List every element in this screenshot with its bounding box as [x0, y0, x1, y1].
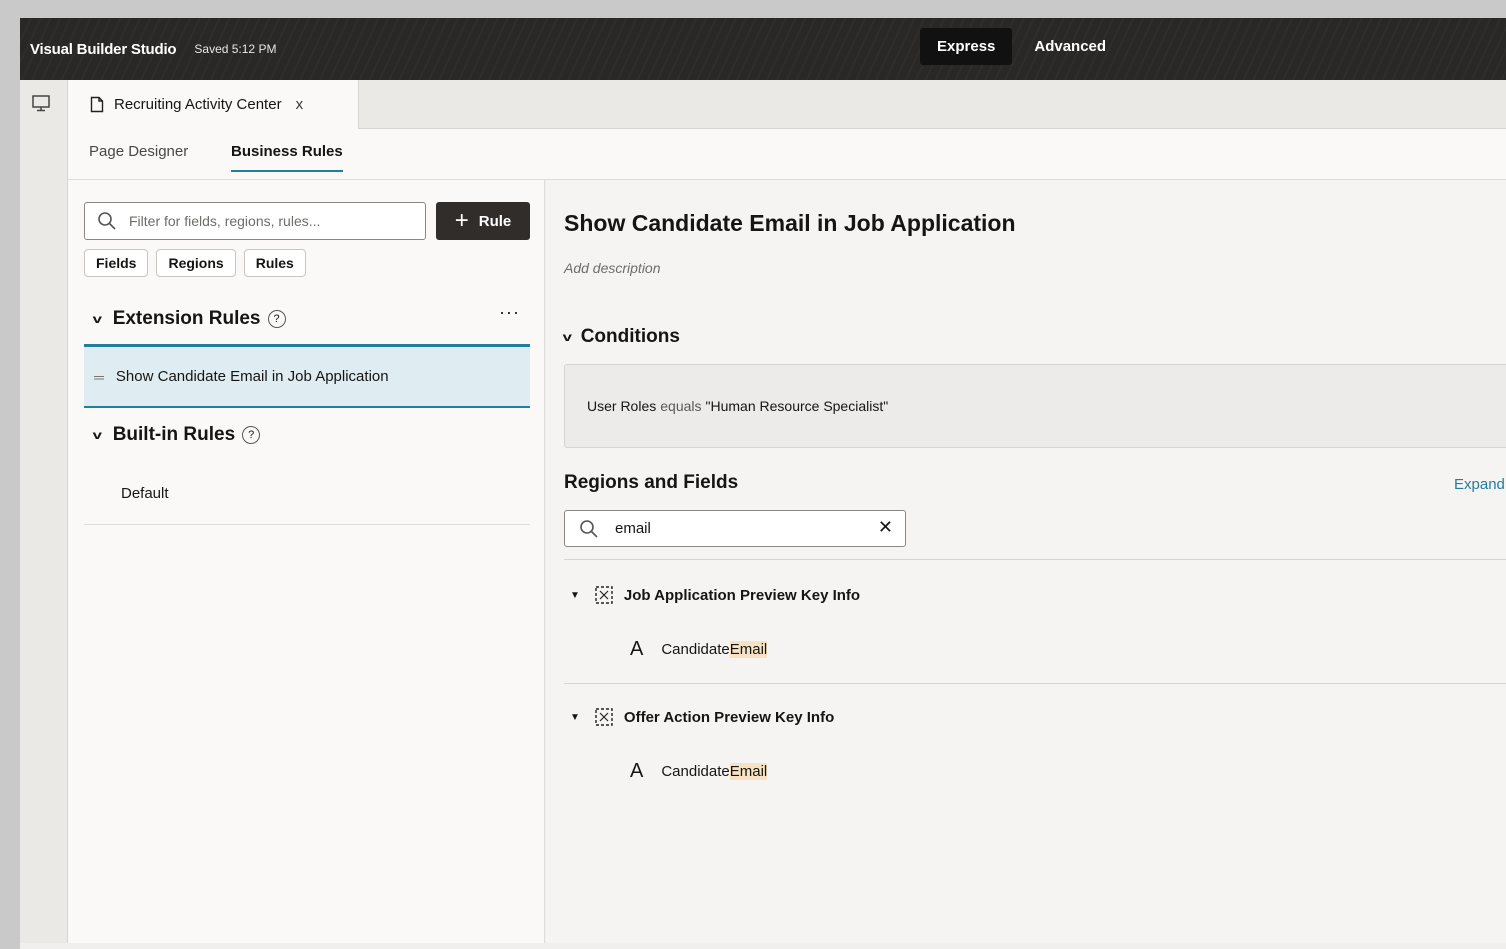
rule-name: Show Candidate Email in Job Application: [115, 368, 389, 385]
field-row[interactable]: A Candidate Email: [630, 638, 768, 661]
text-field-icon: A: [630, 760, 644, 782]
search-icon: [580, 519, 598, 538]
divider: [564, 559, 1506, 560]
search-match-highlight: Email: [729, 641, 768, 658]
chevron-down-icon: v: [562, 330, 573, 344]
condition-value: "Human Resource Specialist": [705, 398, 889, 414]
region-icon: [595, 708, 613, 726]
search-match-highlight: Email: [729, 763, 768, 780]
extension-rules-header[interactable]: v Extension Rules ? ···: [84, 302, 530, 330]
help-icon[interactable]: ?: [242, 426, 261, 444]
field-search-value: email: [615, 520, 651, 537]
page-title[interactable]: Show Candidate Email in Job Application: [564, 210, 1016, 237]
top-bar: Visual Builder Studio Saved 5:12 PM Expr…: [20, 18, 1506, 80]
divider: [564, 683, 1506, 684]
region-row[interactable]: ▼ Job Application Preview Key Info: [570, 585, 860, 605]
close-icon[interactable]: x: [296, 96, 304, 113]
advanced-mode-button[interactable]: Advanced: [1012, 28, 1123, 65]
condition-box[interactable]: User Roles equals "Human Resource Specia…: [564, 364, 1506, 448]
designer-subtabs: Page Designer Business Rules: [68, 129, 1506, 180]
region-name: Offer Action Preview Key Info: [623, 708, 835, 726]
tab-business-rules[interactable]: Business Rules: [231, 143, 343, 172]
filter-chips: Fields Regions Rules: [84, 249, 306, 277]
mode-switch: Express Advanced: [920, 28, 1123, 65]
app-title: Visual Builder Studio: [30, 40, 177, 58]
express-mode-button[interactable]: Express: [920, 28, 1013, 65]
field-name-prefix: Candidate: [661, 763, 730, 780]
description-field[interactable]: Add description: [564, 260, 661, 276]
search-icon: [98, 212, 116, 230]
list-item[interactable]: ═ Show Candidate Email in Job Applicatio…: [84, 345, 530, 408]
field-name-prefix: Candidate: [661, 641, 730, 658]
drag-handle-icon[interactable]: ═: [94, 369, 104, 385]
saved-status: Saved 5:12 PM: [194, 42, 277, 56]
tab-label: Recruiting Activity Center: [114, 96, 282, 113]
text-field-icon: A: [630, 638, 644, 660]
rule-name: Default: [121, 485, 169, 502]
more-options-icon[interactable]: ···: [499, 302, 520, 323]
list-item[interactable]: Default: [84, 463, 530, 525]
monitor-icon[interactable]: [31, 94, 51, 112]
field-search-input[interactable]: email ✕: [564, 510, 906, 547]
plus-icon: +: [454, 207, 469, 234]
page-icon: [90, 96, 104, 113]
clear-icon[interactable]: ✕: [878, 517, 893, 538]
tab-page-designer[interactable]: Page Designer: [89, 143, 188, 170]
caret-down-icon[interactable]: ▼: [570, 712, 580, 723]
conditions-heading: Conditions: [580, 326, 680, 347]
expand-link[interactable]: Expand: [1454, 476, 1505, 493]
add-rule-label: Rule: [478, 212, 512, 230]
filter-placeholder: Filter for fields, regions, rules...: [129, 213, 321, 229]
builtin-rules-header[interactable]: v Built-in Rules ?: [84, 424, 530, 446]
field-row[interactable]: A Candidate Email: [630, 760, 768, 783]
filter-input[interactable]: Filter for fields, regions, rules...: [84, 202, 426, 240]
chevron-down-icon: v: [92, 312, 103, 326]
chip-rules[interactable]: Rules: [243, 249, 306, 277]
region-name: Job Application Preview Key Info: [623, 586, 861, 604]
condition-field: User Roles: [587, 398, 657, 414]
condition-operator: equals: [660, 398, 702, 414]
chip-regions[interactable]: Regions: [156, 249, 236, 277]
add-rule-button[interactable]: + Rule: [436, 202, 530, 240]
regions-fields-heading: Regions and Fields: [564, 472, 739, 493]
chevron-down-icon: v: [92, 428, 103, 442]
tab-recruiting-activity-center[interactable]: Recruiting Activity Center x: [68, 80, 359, 129]
region-row[interactable]: ▼ Offer Action Preview Key Info: [570, 707, 834, 727]
builtin-rules-heading: Built-in Rules: [112, 424, 236, 445]
conditions-header[interactable]: v Conditions: [562, 326, 680, 348]
rules-panel: Filter for fields, regions, rules... + R…: [68, 180, 545, 943]
activity-rail: [20, 80, 68, 943]
caret-down-icon[interactable]: ▼: [570, 590, 580, 601]
editor-tab-strip: Recruiting Activity Center x: [68, 80, 1506, 129]
chip-fields[interactable]: Fields: [84, 249, 149, 277]
region-icon: [595, 586, 613, 604]
help-icon[interactable]: ?: [267, 310, 286, 328]
extension-rules-heading: Extension Rules: [112, 308, 261, 329]
rule-editor: Show Candidate Email in Job Application …: [546, 180, 1506, 943]
